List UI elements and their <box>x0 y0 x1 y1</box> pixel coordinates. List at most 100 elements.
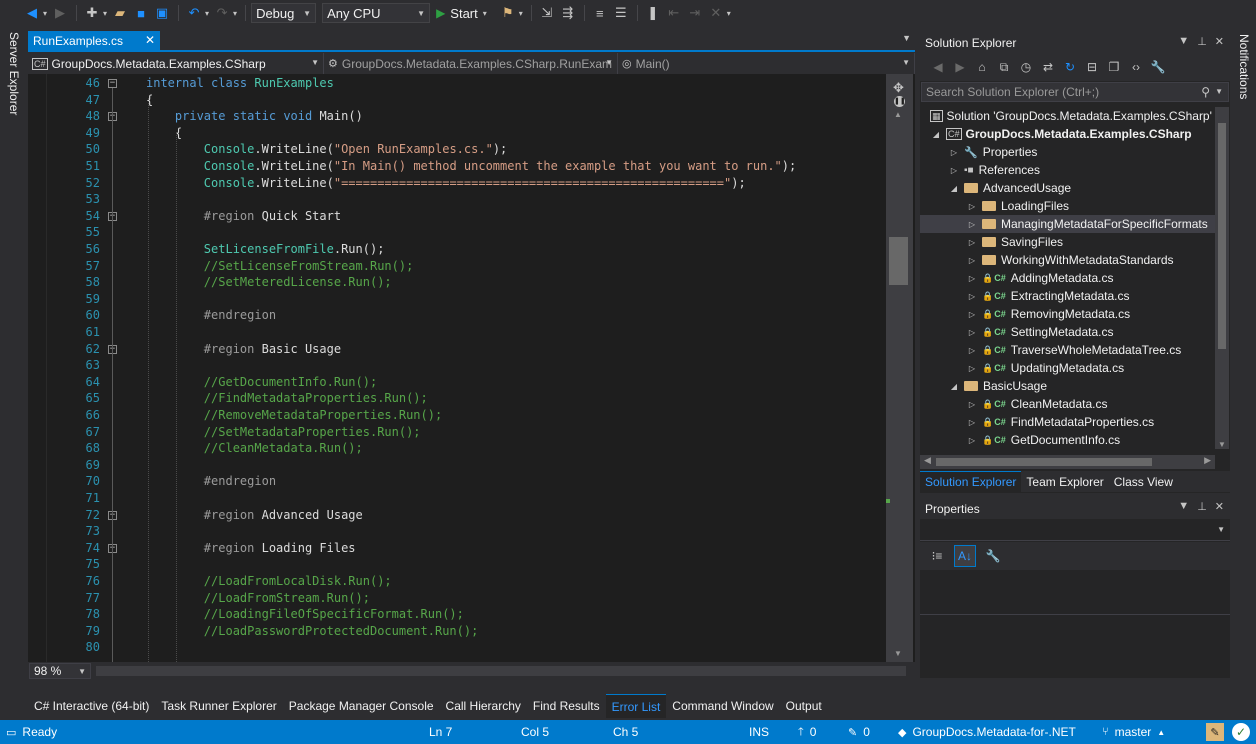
tree-item-references[interactable]: ▷ ▪■ References <box>920 161 1215 179</box>
code-line[interactable]: 77 //LoadFromStream.Run(); <box>28 590 886 606</box>
pin-icon[interactable]: ⊥ <box>1197 35 1207 48</box>
uncomment-lines-icon[interactable]: ☰ <box>611 3 631 23</box>
chevron-down-icon[interactable]: ▼ <box>1215 87 1223 96</box>
step-over-icon[interactable]: ⇶ <box>558 3 578 23</box>
next-bookmark-icon[interactable]: ⇥ <box>685 3 705 23</box>
tree-item-workingwithstandards[interactable]: ▷ WorkingWithMetadataStandards <box>920 251 1215 269</box>
collapsed-arrow-icon[interactable]: ▷ <box>948 148 960 157</box>
editor-vertical-scrollbar[interactable]: ✥ ❚❚ ▲ ▼ <box>886 74 913 662</box>
forward-icon[interactable]: ▶ <box>950 57 970 77</box>
platform-select[interactable]: Any CPU ▼ <box>322 3 431 23</box>
tree-item-loadingfiles[interactable]: ▷ LoadingFiles <box>920 197 1215 215</box>
collapsed-arrow-icon[interactable]: ▷ <box>966 310 978 319</box>
clear-bookmarks-icon[interactable]: ✕ <box>706 3 726 23</box>
redo-dropdown-icon[interactable]: ▾ <box>233 9 237 18</box>
member-dropdown[interactable]: ◎ Main() ▼ <box>618 53 915 74</box>
tab-team-explorer[interactable]: Team Explorer <box>1021 471 1108 492</box>
feedback-icon[interactable]: ✎ <box>1206 723 1224 741</box>
collapsed-arrow-icon[interactable]: ▷ <box>966 436 978 445</box>
search-icon[interactable]: ⚲ <box>1201 85 1210 99</box>
collapsed-arrow-icon[interactable]: ▷ <box>948 166 960 175</box>
expanded-arrow-icon[interactable]: ◢ <box>948 184 960 193</box>
collapsed-arrow-icon[interactable]: ▷ <box>966 292 978 301</box>
code-line[interactable]: 72− #region Advanced Usage <box>28 507 886 523</box>
tree-vertical-scrollbar[interactable]: ▼ <box>1215 107 1229 449</box>
check-icon[interactable]: ✓ <box>1232 723 1250 741</box>
tree-item-savingfiles[interactable]: ▷ SavingFiles <box>920 233 1215 251</box>
collapsed-arrow-icon[interactable]: ▷ <box>966 238 978 247</box>
code-line[interactable]: 56 SetLicenseFromFile.Run(); <box>28 241 886 257</box>
sync-icon[interactable]: ⇄ <box>1038 57 1058 77</box>
code-line[interactable]: 80 <box>28 639 886 655</box>
tree-item-basicusage[interactable]: ◢ BasicUsage <box>920 377 1215 395</box>
code-line[interactable]: 48− private static void Main() <box>28 108 886 124</box>
prev-bookmark-icon[interactable]: ⇤ <box>664 3 684 23</box>
tab-task-runner-explorer[interactable]: Task Runner Explorer <box>155 694 282 718</box>
code-line[interactable]: 75 <box>28 556 886 572</box>
collapsed-arrow-icon[interactable]: ▷ <box>966 418 978 427</box>
tree-item-traversetree[interactable]: ▷ 🔒C# TraverseWholeMetadataTree.cs <box>920 341 1215 359</box>
code-line[interactable]: 50 Console.WriteLine("Open RunExamples.c… <box>28 141 886 157</box>
code-line[interactable]: 70 #endregion <box>28 473 886 489</box>
code-line[interactable]: 58 //SetMeteredLicense.Run(); <box>28 274 886 290</box>
tree-item-addingmetadata[interactable]: ▷ 🔒C# AddingMetadata.cs <box>920 269 1215 287</box>
tree-item-findmetadataproperties[interactable]: ▷ 🔒C# FindMetadataProperties.cs <box>920 413 1215 431</box>
scroll-right-icon[interactable]: ▶ <box>1204 455 1211 466</box>
tab-call-hierarchy[interactable]: Call Hierarchy <box>440 694 527 718</box>
new-project-icon[interactable]: ✚ <box>82 3 102 23</box>
collapsed-arrow-icon[interactable]: ▷ <box>966 274 978 283</box>
tree-item-removingmetadata[interactable]: ▷ 🔒C# RemovingMetadata.cs <box>920 305 1215 323</box>
pending-changes-icon[interactable]: ◷ <box>1016 57 1036 77</box>
pause-icon[interactable]: ❚❚ <box>894 96 906 107</box>
collapsed-arrow-icon[interactable]: ▷ <box>966 346 978 355</box>
code-line[interactable]: 60 #endregion <box>28 307 886 323</box>
scroll-thumb[interactable] <box>889 237 908 285</box>
code-line[interactable]: 64 //GetDocumentInfo.Run(); <box>28 374 886 390</box>
close-icon[interactable]: ✕ <box>1215 35 1224 48</box>
code-line[interactable]: 54− #region Quick Start <box>28 208 886 224</box>
scroll-thumb[interactable] <box>1218 123 1226 349</box>
code-line[interactable]: 52 Console.WriteLine("==================… <box>28 175 886 191</box>
tree-item-solution[interactable]: ▦ Solution 'GroupDocs.Metadata.Examples.… <box>920 107 1215 125</box>
repository-selector[interactable]: ◆ GroupDocs.Metadata-for-.NET <box>898 720 1076 744</box>
scroll-left-icon[interactable]: ◀ <box>924 455 931 466</box>
collapsed-arrow-icon[interactable]: ▷ <box>966 220 978 229</box>
tab-output[interactable]: Output <box>780 694 828 718</box>
scroll-up-icon[interactable]: ▲ <box>894 110 902 119</box>
tab-csharp-interactive[interactable]: C# Interactive (64-bit) <box>28 694 155 718</box>
tab-runexamples[interactable]: RunExamples.cs ✕ <box>28 31 160 50</box>
back-dropdown-icon[interactable]: ▾ <box>43 9 47 18</box>
code-line[interactable]: 71 <box>28 490 886 506</box>
copy-icon[interactable]: ❐ <box>1104 57 1124 77</box>
code-line[interactable]: 62− #region Basic Usage <box>28 341 886 357</box>
window-options-icon[interactable]: ▼ <box>1178 35 1189 48</box>
start-button[interactable]: ▶ Start ▾ <box>436 6 490 21</box>
collapse-region-icon[interactable]: − <box>108 79 117 88</box>
new-dropdown-icon[interactable]: ▾ <box>103 9 107 18</box>
code-line[interactable]: 76 //LoadFromLocalDisk.Run(); <box>28 573 886 589</box>
tab-package-manager-console[interactable]: Package Manager Console <box>283 694 440 718</box>
toolbar-overflow-icon[interactable]: ▾ <box>727 9 731 18</box>
object-select[interactable]: ▼ <box>920 519 1230 541</box>
browser-link-dropdown-icon[interactable]: ▾ <box>519 9 523 18</box>
code-line[interactable]: 57 //SetLicenseFromStream.Run(); <box>28 258 886 274</box>
close-icon[interactable]: ✕ <box>1215 500 1224 513</box>
code-line[interactable]: 47{ <box>28 92 886 108</box>
switch-views-icon[interactable]: ⧉ <box>994 57 1014 77</box>
undo-icon[interactable]: ↶ <box>184 3 204 23</box>
tab-class-view[interactable]: Class View <box>1109 471 1178 492</box>
project-dropdown[interactable]: C# GroupDocs.Metadata.Examples.CSharp ▼ <box>28 53 324 74</box>
editor-horizontal-scrollbar[interactable] <box>96 666 906 676</box>
save-icon[interactable]: ■ <box>131 3 151 23</box>
tree-item-settingmetadata[interactable]: ▷ 🔒C# SettingMetadata.cs <box>920 323 1215 341</box>
property-pages-icon[interactable]: 🔧 <box>982 545 1004 567</box>
notifications-tab[interactable]: Notifications <box>1237 34 1251 99</box>
code-line[interactable]: 66 //RemoveMetadataProperties.Run(); <box>28 407 886 423</box>
collapsed-arrow-icon[interactable]: ▷ <box>966 256 978 265</box>
code-line[interactable]: 61 <box>28 324 886 340</box>
refresh-icon[interactable]: ↻ <box>1060 57 1080 77</box>
tab-list-dropdown-icon[interactable]: ▼ <box>902 33 911 43</box>
code-line[interactable]: 49 { <box>28 125 886 141</box>
collapsed-arrow-icon[interactable]: ▷ <box>966 400 978 409</box>
pending-changes[interactable]: ✎ 0 <box>848 720 870 744</box>
